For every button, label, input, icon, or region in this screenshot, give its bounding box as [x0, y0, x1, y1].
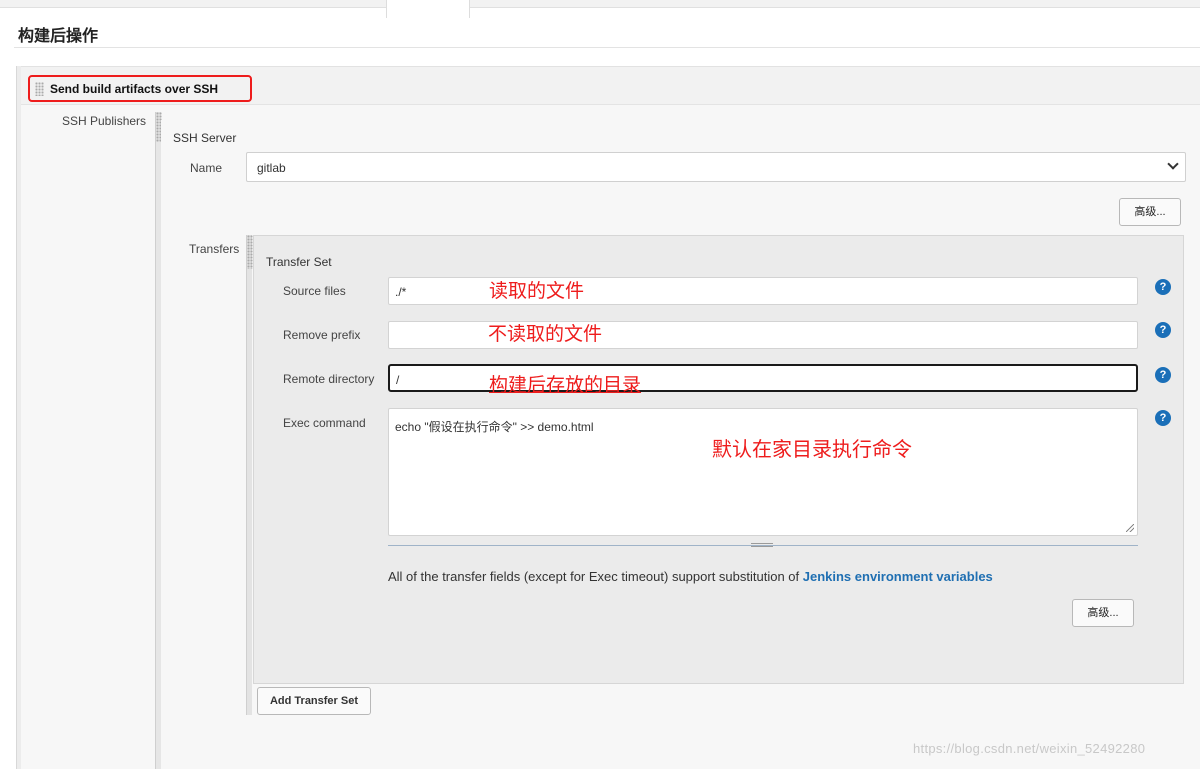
transfers-label: Transfers: [189, 242, 240, 256]
remove-prefix-annotation: 不读取的文件: [488, 324, 603, 345]
top-tab[interactable]: [386, 0, 470, 18]
step-name-label: Send build artifacts over SSH: [50, 82, 219, 96]
watermark: https://blog.csdn.net/weixin_52492280: [913, 741, 1146, 756]
server-advanced-button[interactable]: 高级...: [1119, 198, 1181, 226]
exec-command-annotation: 默认在家目录执行命令: [712, 439, 912, 461]
remote-directory-annotation: 构建后存放的目录: [489, 375, 642, 396]
remove-prefix-label: Remove prefix: [283, 328, 361, 342]
remote-directory-value: /: [396, 373, 400, 387]
server-name-select[interactable]: gitlab: [246, 152, 1186, 182]
name-label: Name: [190, 161, 223, 175]
source-files-value: ./*: [395, 285, 407, 299]
resize-grip-icon[interactable]: [1126, 524, 1134, 532]
source-files-label: Source files: [283, 284, 346, 298]
transfer-advanced-button[interactable]: 高级...: [1072, 599, 1134, 627]
expand-handle-icon[interactable]: [751, 543, 773, 547]
help-circle-icon[interactable]: ?: [1155, 410, 1171, 426]
ssh-server-title: SSH Server: [173, 131, 237, 145]
chevron-down-icon: [1167, 158, 1179, 170]
substitution-info-text: All of the transfer fields (except for E…: [388, 569, 803, 584]
substitution-info: All of the transfer fields (except for E…: [388, 569, 993, 584]
exec-command-value: echo "假设在执行命令" >> demo.html: [395, 420, 594, 434]
server-name-value: gitlab: [257, 161, 286, 175]
jenkins-env-vars-link[interactable]: Jenkins environment variables: [803, 569, 993, 584]
help-circle-icon[interactable]: ?: [1155, 322, 1171, 338]
top-bar: [0, 0, 1200, 8]
exec-command-textarea[interactable]: echo "假设在执行命令" >> demo.html: [388, 408, 1138, 536]
help-circle-icon[interactable]: ?: [1155, 367, 1171, 383]
exec-command-label: Exec command: [283, 416, 366, 430]
add-transfer-set-button[interactable]: Add Transfer Set: [257, 687, 371, 715]
remote-directory-label: Remote directory: [283, 372, 375, 386]
drag-handle-icon[interactable]: [35, 82, 44, 96]
source-files-annotation: 读取的文件: [489, 281, 585, 302]
step-name-box[interactable]: Send build artifacts over SSH: [28, 75, 252, 102]
drag-handle-icon[interactable]: [247, 235, 253, 269]
section-divider: [14, 47, 1200, 48]
section-title: 构建后操作: [18, 28, 99, 45]
transfer-set-title: Transfer Set: [266, 255, 332, 269]
help-circle-icon[interactable]: ?: [1155, 279, 1171, 295]
ssh-publishers-label: SSH Publishers: [62, 114, 147, 128]
transfers-rail: [246, 235, 252, 715]
